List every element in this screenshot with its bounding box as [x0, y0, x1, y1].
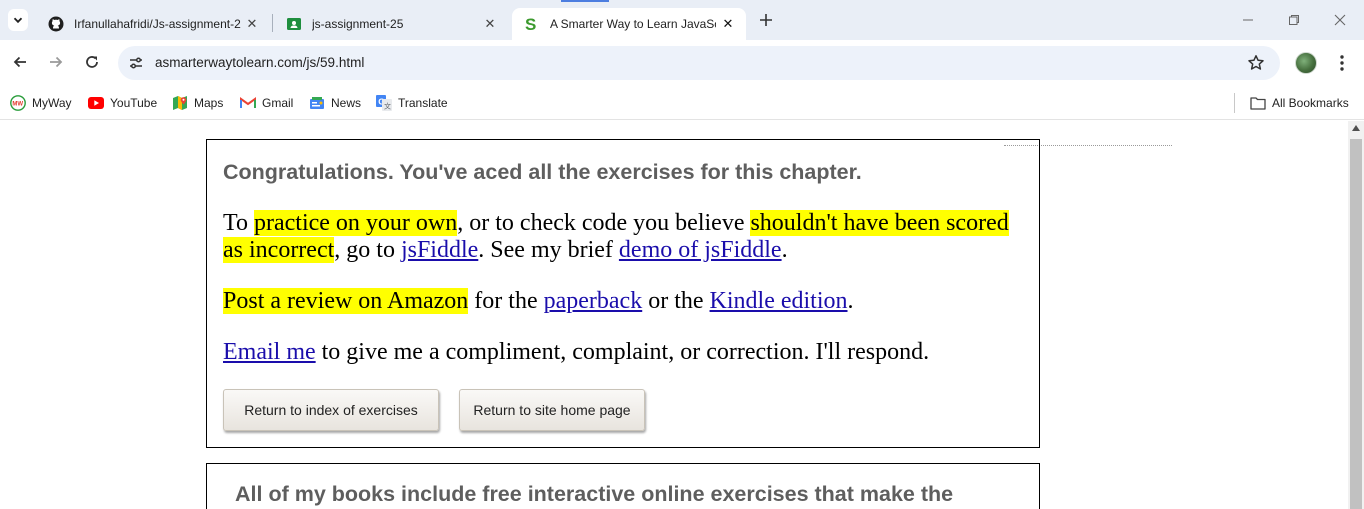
jsfiddle-link[interactable]: jsFiddle	[401, 237, 478, 263]
bookmark-label: Maps	[194, 96, 224, 110]
vertical-scrollbar[interactable]	[1348, 121, 1364, 509]
svg-text:MW: MW	[12, 102, 23, 108]
tab-classroom[interactable]: js-assignment-25 ✕	[274, 8, 508, 40]
tab-title: A Smarter Way to Learn JavaScr	[550, 17, 716, 31]
bookmark-label: Translate	[398, 96, 448, 110]
bookmark-label: Gmail	[262, 96, 294, 110]
scroll-up-arrow-icon[interactable]	[1352, 125, 1360, 131]
page-content: Congratulations. You've aced all the exe…	[0, 121, 1348, 509]
bookmark-news[interactable]: News	[309, 92, 361, 114]
new-tab-button[interactable]	[755, 9, 777, 31]
tab-loading-indicator	[561, 0, 609, 2]
restore-icon	[1289, 15, 1299, 25]
bookmark-youtube[interactable]: YouTube	[88, 92, 157, 114]
browser-menu-button[interactable]	[1332, 52, 1352, 74]
minimize-button[interactable]	[1238, 10, 1258, 30]
text: .	[847, 288, 854, 314]
plus-icon	[760, 14, 772, 26]
more-vert-icon	[1340, 55, 1344, 71]
text: to give me a compliment, complaint, or c…	[315, 339, 930, 365]
email-paragraph: Email me to give me a compliment, compla…	[223, 339, 1023, 366]
restore-button[interactable]	[1284, 10, 1304, 30]
close-icon[interactable]: ✕	[244, 16, 260, 32]
tab-smarter-way[interactable]: S A Smarter Way to Learn JavaScr ✕	[512, 8, 746, 40]
email-me-link[interactable]: Email me	[223, 339, 316, 365]
tab-search-button[interactable]	[8, 9, 28, 31]
text: To	[223, 210, 254, 236]
maps-icon	[172, 95, 188, 111]
site-info-icon[interactable]	[126, 53, 146, 73]
forward-button[interactable]	[45, 51, 67, 73]
return-to-home-button[interactable]: Return to site home page	[459, 389, 645, 431]
browser-toolbar: asmarterwaytolearn.com/js/59.html	[0, 40, 1364, 86]
close-icon	[1334, 14, 1346, 26]
bookmark-myway[interactable]: MW MyWay	[10, 92, 72, 114]
tab-title: Irfanullahafridi/Js-assignment-2	[74, 17, 241, 31]
bookmark-translate[interactable]: G文 Translate	[376, 92, 448, 114]
arrow-left-icon	[13, 56, 26, 68]
translate-icon: G文	[376, 95, 392, 111]
classroom-icon	[286, 16, 302, 32]
books-heading: All of my books include free interactive…	[235, 482, 954, 506]
tab-strip: Irfanullahafridi/Js-assignment-2 ✕ js-as…	[0, 0, 1364, 40]
bookmark-label: News	[331, 96, 362, 110]
highlighted-text: practice on your own	[253, 210, 458, 236]
close-icon[interactable]: ✕	[482, 16, 498, 32]
reload-button[interactable]	[81, 51, 103, 73]
text: , or to check code you believe	[457, 210, 751, 236]
bookmarks-separator	[1234, 93, 1235, 113]
arrow-right-icon	[50, 56, 63, 68]
tab-title: js-assignment-25	[312, 17, 404, 31]
folder-icon	[1250, 95, 1266, 111]
star-icon[interactable]	[1247, 54, 1265, 72]
bookmark-maps[interactable]: Maps	[172, 92, 223, 114]
minimize-icon	[1243, 19, 1253, 21]
all-bookmarks-button[interactable]: All Bookmarks	[1250, 92, 1349, 114]
news-icon	[309, 95, 325, 111]
bookmark-label: YouTube	[110, 96, 158, 110]
text: .	[781, 237, 788, 263]
address-bar[interactable]: asmarterwaytolearn.com/js/59.html	[118, 46, 1280, 80]
smarter-way-s-icon: S	[524, 16, 540, 32]
bookmark-label: MyWay	[32, 96, 72, 110]
tab-separator	[272, 14, 273, 32]
reload-icon	[86, 56, 98, 68]
back-button[interactable]	[9, 51, 31, 73]
svg-text:S: S	[525, 16, 536, 32]
bookmarks-bar: MW MyWay YouTube Maps Gmail News G文 Tran…	[0, 86, 1364, 120]
congratulations-box: Congratulations. You've aced all the exe…	[206, 139, 1040, 448]
tab-github[interactable]: Irfanullahafridi/Js-assignment-2 ✕	[36, 8, 270, 40]
myway-icon: MW	[10, 95, 26, 111]
close-window-button[interactable]	[1330, 10, 1350, 30]
all-bookmarks-label: All Bookmarks	[1272, 96, 1349, 110]
text: or the	[642, 288, 710, 314]
gmail-icon	[240, 95, 256, 111]
youtube-icon	[88, 95, 104, 111]
books-box: All of my books include free interactive…	[206, 463, 1040, 509]
congratulations-heading: Congratulations. You've aced all the exe…	[223, 160, 862, 184]
text: . See my brief	[478, 237, 619, 263]
close-icon[interactable]: ✕	[720, 16, 736, 32]
kindle-edition-link[interactable]: Kindle edition	[710, 288, 848, 314]
jsfiddle-demo-link[interactable]: demo of jsFiddle	[619, 237, 782, 263]
text: , go to	[334, 237, 401, 263]
paperback-link[interactable]: paperback	[544, 288, 643, 314]
highlighted-text: Post a review on Amazon	[223, 288, 469, 314]
practice-paragraph: To practice on your own, or to check cod…	[223, 210, 1023, 264]
profile-avatar[interactable]	[1295, 52, 1317, 74]
chevron-down-icon	[13, 17, 23, 24]
scrollbar-thumb[interactable]	[1350, 139, 1362, 509]
github-icon	[48, 16, 64, 32]
return-to-index-button[interactable]: Return to index of exercises	[223, 389, 439, 431]
bookmark-gmail[interactable]: Gmail	[240, 92, 293, 114]
svg-text:文: 文	[384, 102, 391, 111]
url-text[interactable]: asmarterwaytolearn.com/js/59.html	[155, 55, 364, 70]
text: for the	[468, 288, 544, 314]
review-paragraph: Post a review on Amazon for the paperbac…	[223, 288, 1023, 315]
